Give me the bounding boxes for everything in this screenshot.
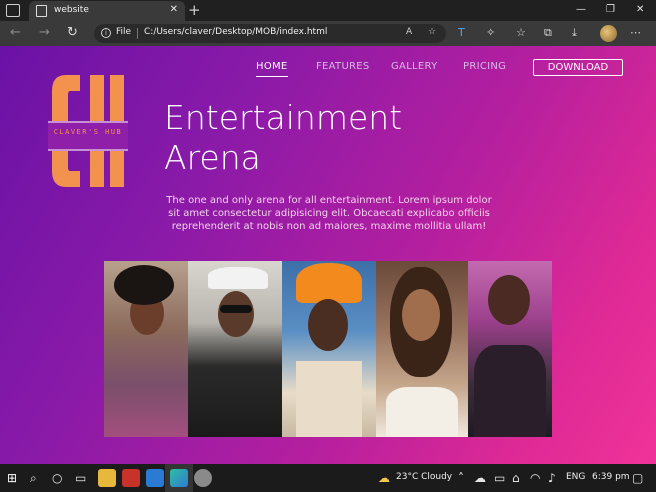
window-minimize-button[interactable]: — [576, 3, 586, 17]
website-viewport: CLAVER'S HUB CH HOME FEATURES GALLERY PR… [0, 46, 656, 464]
clock-time[interactable]: 6:39 pm [592, 472, 630, 482]
task-view-icon[interactable]: ▭ [75, 471, 86, 485]
onedrive-icon[interactable]: ☁ [474, 471, 486, 485]
notifications-icon[interactable]: ▢ [632, 471, 643, 485]
back-arrow-icon[interactable]: ← [10, 25, 21, 41]
nav-item-features[interactable]: FEATURES [316, 61, 370, 72]
favorites-icon[interactable]: ☆ [516, 26, 526, 40]
show-hidden-icons-icon[interactable]: ˄ [458, 471, 464, 485]
artist-gallery [104, 261, 552, 437]
window-restore-button[interactable]: ❐ [606, 3, 615, 17]
new-tab-icon[interactable]: + [188, 1, 201, 19]
favorite-star-icon[interactable]: ☆ [428, 27, 436, 37]
gallery-photo [282, 261, 376, 437]
refresh-icon[interactable]: ↻ [67, 25, 78, 41]
tab-close-icon[interactable]: ✕ [170, 4, 178, 16]
gallery-photo [188, 261, 282, 437]
browser-tab-bar: website ✕ + — ❐ ✕ [0, 0, 656, 21]
hero-title-line1: Entertainment [164, 98, 403, 137]
extensions-puzzle-icon[interactable]: ✧ [486, 26, 495, 40]
browser-tab[interactable]: website ✕ [29, 1, 185, 21]
url-text[interactable]: C:/Users/claver/Desktop/MOB/index.html [144, 27, 327, 37]
file-scheme-label: File [116, 27, 132, 37]
info-icon[interactable]: i [101, 28, 111, 38]
app-icon[interactable] [194, 469, 212, 487]
address-separator [137, 28, 138, 39]
read-aloud-icon[interactable]: A [406, 27, 412, 37]
hero-description: The one and only arena for all entertain… [166, 195, 492, 232]
page-favicon-icon [36, 5, 47, 17]
browser-toolbar: ← → ↻ i File C:/Users/claver/Desktop/MOB… [0, 21, 656, 46]
gallery-photo [104, 261, 188, 437]
hero-title: Entertainment Arena [164, 98, 444, 178]
collections-icon[interactable]: ⧉ [544, 26, 552, 40]
downloads-icon[interactable]: ⤓ [572, 26, 577, 40]
forward-arrow-icon[interactable]: → [39, 25, 50, 41]
window-close-button[interactable]: ✕ [636, 3, 644, 17]
vscode-icon[interactable] [146, 469, 164, 487]
windows-taskbar: ⊞ ⌕ ○ ▭ ☁ 23°C Cloudy ˄ ☁ ▭ ⌂ ◠ ♪ ENG 6:… [0, 464, 656, 492]
extension-icon[interactable]: T [458, 26, 465, 40]
gallery-photo [376, 261, 468, 437]
nav-item-gallery[interactable]: GALLERY [391, 61, 438, 72]
logo-tagline: CLAVER'S HUB [53, 128, 123, 136]
tab-actions-icon[interactable] [6, 4, 20, 17]
volume-icon[interactable]: ♪ [548, 471, 556, 485]
language-indicator[interactable]: ENG [566, 472, 585, 482]
network-icon[interactable]: ⌂ [512, 471, 520, 485]
more-menu-icon[interactable]: ⋯ [630, 26, 641, 40]
profile-avatar[interactable] [600, 25, 617, 42]
hero-title-line2: Arena [164, 138, 261, 177]
weather-text[interactable]: 23°C Cloudy [396, 472, 452, 482]
search-icon[interactable]: ⌕ [30, 471, 37, 485]
nav-item-home[interactable]: HOME [256, 61, 288, 72]
nav-active-underline [256, 76, 288, 77]
cortana-icon[interactable]: ○ [52, 471, 62, 485]
wps-office-icon[interactable] [122, 469, 140, 487]
address-bar[interactable]: i File C:/Users/claver/Desktop/MOB/index… [94, 24, 446, 43]
file-explorer-icon[interactable] [98, 469, 116, 487]
site-logo[interactable]: CLAVER'S HUB CH [48, 71, 128, 191]
battery-icon[interactable]: ▭ [494, 471, 505, 485]
edge-browser-icon[interactable] [170, 469, 188, 487]
weather-cloud-icon[interactable]: ☁ [378, 471, 390, 485]
gallery-photo [468, 261, 552, 437]
nav-item-pricing[interactable]: PRICING [463, 61, 506, 72]
download-button[interactable]: DOWNLOAD [533, 59, 623, 76]
tab-title: website [54, 5, 89, 15]
windows-start-icon[interactable]: ⊞ [7, 471, 17, 485]
wifi-icon[interactable]: ◠ [530, 471, 540, 485]
